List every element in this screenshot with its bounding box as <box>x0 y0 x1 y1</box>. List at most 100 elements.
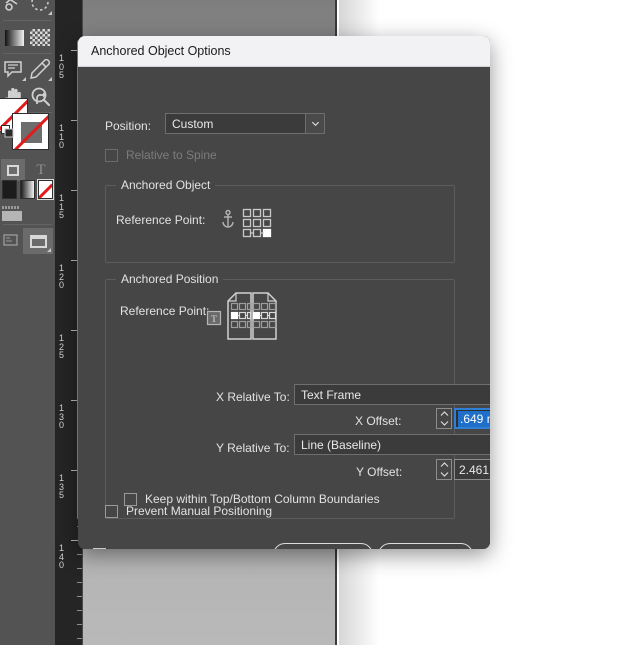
y-relative-to-select[interactable]: Line (Baseline) <box>294 434 490 455</box>
ruler-label: 120 <box>59 263 65 290</box>
tool-group-corner-icon <box>22 77 26 81</box>
dialog-title: Anchored Object Options <box>91 44 231 58</box>
default-fill-stroke-icon <box>1 125 14 138</box>
x-offset-input[interactable]: .649 mm <box>454 408 490 429</box>
gradient-swatch-icon <box>1 24 28 51</box>
ruler-label: 125 <box>59 333 65 360</box>
apply-gradient-button[interactable] <box>20 180 35 199</box>
stroke-swatch[interactable] <box>12 113 49 150</box>
reference-point-grid <box>242 208 272 238</box>
default-fill-stroke-button[interactable] <box>1 125 14 138</box>
ruler-label: 105 <box>59 53 65 80</box>
prevent-manual-positioning-label: Prevent Manual Positioning <box>126 504 273 518</box>
ruler-tick <box>77 568 82 569</box>
anchored-object-group: Anchored Object Reference Point: <box>105 178 455 263</box>
svg-text:T: T <box>211 314 217 324</box>
toolbar-divider <box>3 224 52 225</box>
anchored-object-reference-point-label: Reference Point: <box>116 213 206 227</box>
anchored-position-group: Anchored Position Reference Point: T X R… <box>105 272 490 519</box>
swap-arrow-icon <box>36 92 47 104</box>
x-offset-label: X Offset: <box>355 414 402 428</box>
tool-group-corner-icon <box>48 77 52 81</box>
gradient-feather-strip-icon <box>2 206 22 221</box>
text-frame-icon: T <box>206 310 222 326</box>
position-label: Position: <box>105 119 152 133</box>
dialog-body: Position: Custom Relative to Spine Ancho… <box>78 67 490 549</box>
none-indicator-icon <box>13 114 48 149</box>
apply-swatches-row[interactable] <box>2 179 54 202</box>
left-page-grid <box>230 302 252 329</box>
ruler-tick <box>77 596 82 597</box>
note-tool[interactable] <box>1 56 28 83</box>
tools-panel[interactable]: T <box>0 0 55 645</box>
ruler-label: 115 <box>59 193 65 220</box>
anchored-position-reference-point-widget[interactable]: T <box>206 289 298 352</box>
right-page-grid <box>252 302 277 329</box>
anchored-object-options-dialog: Anchored Object Options Position: Custom… <box>78 36 490 549</box>
gradient-swatch-tool[interactable] <box>1 24 28 51</box>
ok-button[interactable]: OK <box>273 543 373 549</box>
swap-fill-stroke-button[interactable] <box>33 92 49 108</box>
ruler-label: 130 <box>59 403 65 430</box>
gradient-feather-swatch[interactable] <box>2 206 26 226</box>
anchored-object-group-title: Anchored Object <box>116 178 216 192</box>
position-value: Custom <box>172 116 214 131</box>
stepper-down-icon <box>440 421 448 427</box>
cancel-button[interactable]: Cancel <box>378 543 473 549</box>
eyedropper-tool[interactable] <box>27 56 54 83</box>
stepper-down-icon <box>440 472 448 478</box>
apply-color-button[interactable] <box>2 180 17 199</box>
stepper-up-icon <box>440 410 448 416</box>
relative-to-spine-label: Relative to Spine <box>126 148 217 162</box>
toolbar-divider <box>3 20 52 21</box>
screen-mode-row[interactable] <box>1 228 53 254</box>
scissors-icon <box>1 0 28 17</box>
free-transform-tool[interactable] <box>27 0 54 17</box>
stepper-up-icon <box>440 461 448 467</box>
ruler-tick <box>77 554 82 555</box>
prevent-manual-positioning-checkbox-row[interactable]: Prevent Manual Positioning <box>105 504 272 518</box>
preview-mode-icon[interactable] <box>1 230 21 250</box>
relative-to-spine-checkbox-row: Relative to Spine <box>105 148 217 162</box>
y-offset-input[interactable]: 2.461 m <box>454 459 490 480</box>
ruler-label: 110 <box>59 123 65 150</box>
scissors-tool[interactable] <box>1 0 28 17</box>
chevron-down-icon[interactable] <box>305 114 324 133</box>
anchor-reference-grid-icon <box>222 208 272 238</box>
x-offset-stepper[interactable] <box>436 408 452 429</box>
y-relative-to-label: Y Relative To: <box>216 441 290 455</box>
ruler-label: 140 <box>59 543 65 570</box>
toolbar-divider <box>3 53 52 54</box>
x-offset-value: .649 mm <box>458 410 490 427</box>
prevent-manual-positioning-checkbox[interactable] <box>105 504 118 518</box>
formatting-affects-container-button[interactable] <box>1 159 25 181</box>
ruler-tick <box>77 638 82 639</box>
ruler-tick <box>77 610 82 611</box>
preview-label: Preview <box>114 547 157 549</box>
preview-checkbox[interactable] <box>93 547 106 549</box>
ruler-tick <box>77 624 82 625</box>
anchored-position-reference-point-label: Reference Point: <box>120 304 210 318</box>
ruler-label: 135 <box>59 473 65 500</box>
apply-none-button[interactable] <box>37 179 54 200</box>
anchored-object-reference-point-widget[interactable] <box>219 205 279 246</box>
gradient-feather-icon <box>27 24 54 51</box>
screen-mode-button[interactable] <box>23 228 53 254</box>
dialog-title-bar[interactable]: Anchored Object Options <box>78 36 490 67</box>
spread-reference-grid-icon: T <box>206 292 277 340</box>
position-select[interactable]: Custom <box>165 113 325 134</box>
formatting-affects-text-button[interactable]: T <box>31 160 51 180</box>
none-indicator-icon <box>39 181 52 198</box>
cancel-button-label: Cancel <box>407 548 444 549</box>
x-relative-to-select[interactable]: Text Frame <box>294 384 490 405</box>
x-relative-to-value: Text Frame <box>301 387 362 402</box>
ok-button-label: OK <box>314 548 331 549</box>
preview-checkbox-row[interactable]: Preview <box>93 547 157 549</box>
anchor-icon <box>222 209 234 228</box>
y-offset-label: Y Offset: <box>356 465 403 479</box>
y-offset-value: 2.461 m <box>459 462 490 477</box>
tool-group-corner-icon <box>48 11 52 15</box>
gradient-feather-tool[interactable] <box>27 24 54 51</box>
y-offset-stepper[interactable] <box>436 459 452 480</box>
y-relative-to-value: Line (Baseline) <box>301 437 382 452</box>
